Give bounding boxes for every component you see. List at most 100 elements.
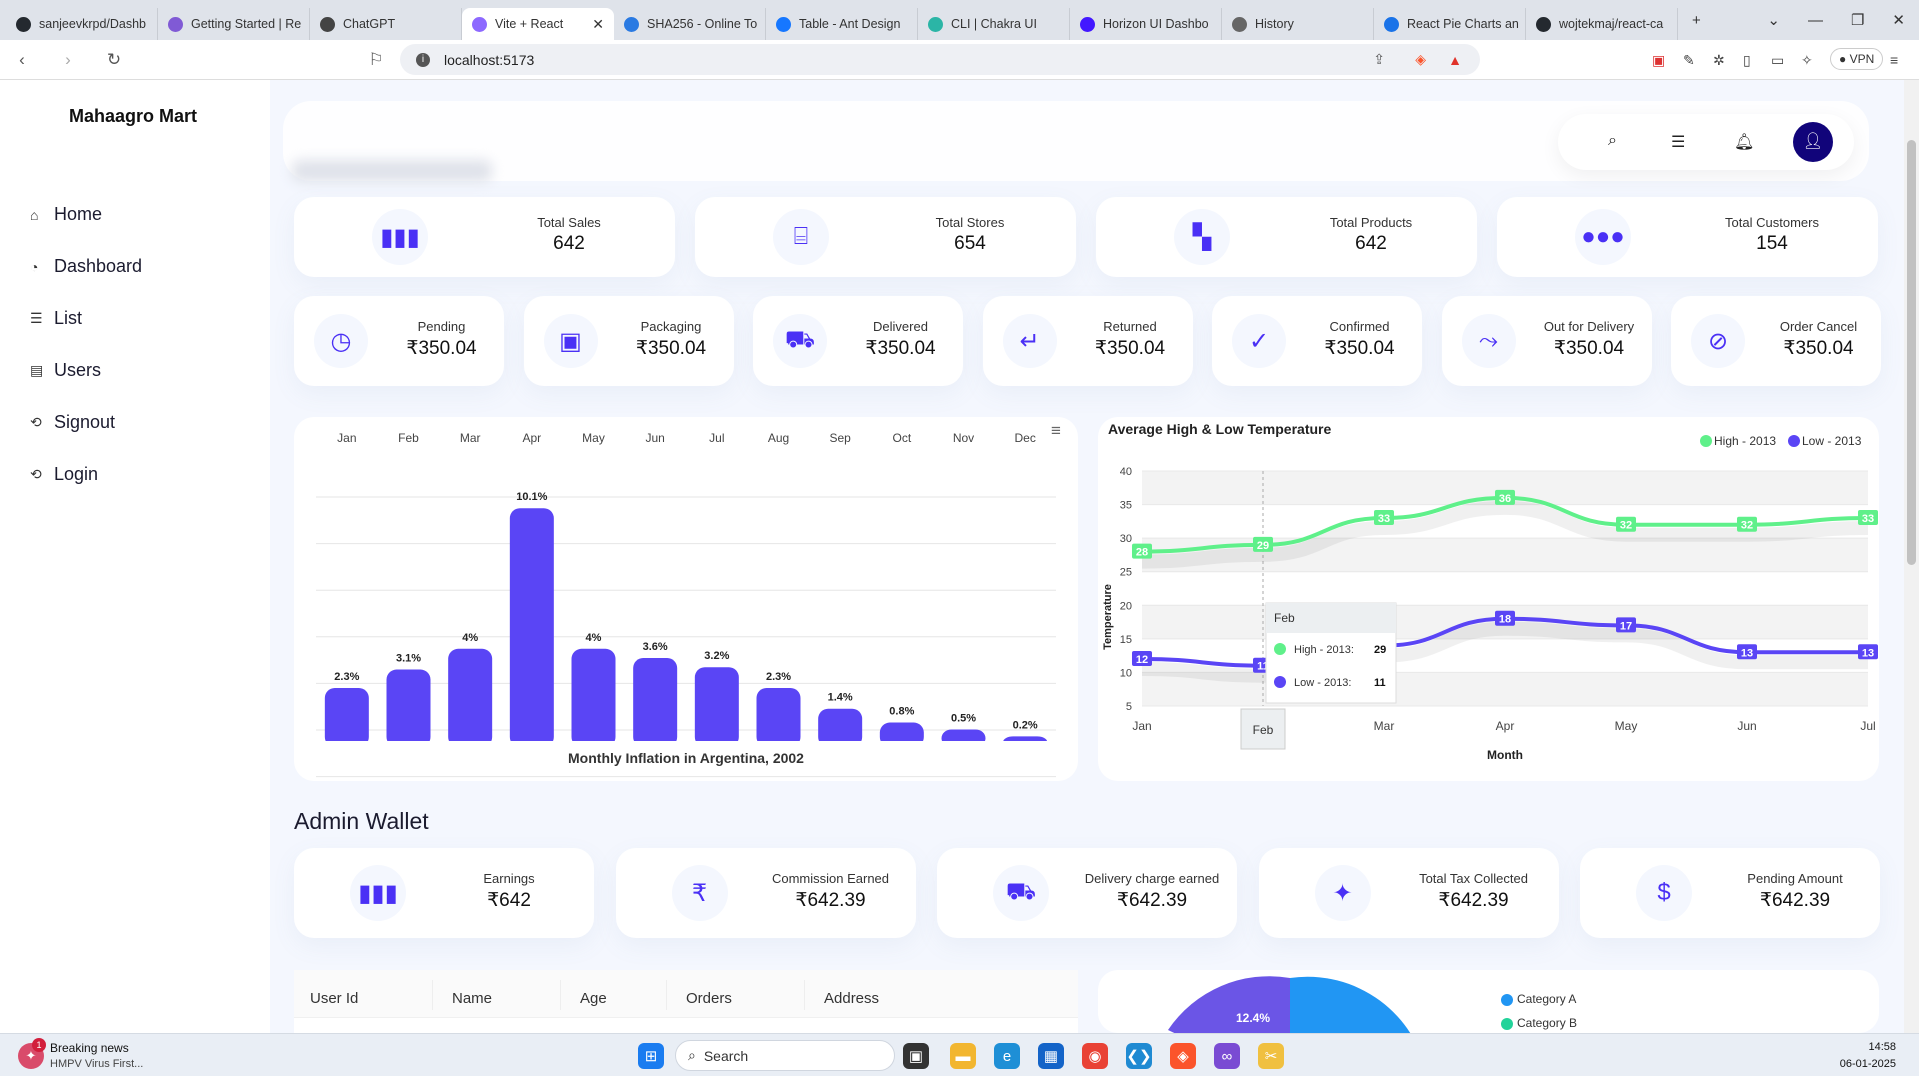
stat-value: ₹642.39 xyxy=(795,890,866,911)
tab-title: sanjeevkrpd/Dashb xyxy=(39,17,147,31)
tab-close-icon[interactable]: ✕ xyxy=(592,16,604,33)
new-tab-icon[interactable]: + xyxy=(1678,12,1715,29)
close-window-icon[interactable]: ✕ xyxy=(1878,11,1919,29)
tab-search-chevron-icon[interactable]: ⌄ xyxy=(1753,11,1794,29)
inflation-bar-chart: Jan 2.3% Feb 3.1% Mar 4% Apr 10.1% May 4% Jun 3.6% J… xyxy=(294,431,1078,778)
wallet-icon[interactable]: ▭ xyxy=(1771,52,1784,69)
table-header-user-id[interactable]: User Id xyxy=(310,990,358,1007)
avatar[interactable]: 👤︎ xyxy=(1793,122,1833,162)
bar-may[interactable] xyxy=(571,648,616,747)
sidebar-item-signout[interactable]: ⟲ Signout xyxy=(30,412,115,433)
browser-tab[interactable]: CLI | Chakra UI xyxy=(918,8,1070,40)
sidebar-item-label: List xyxy=(54,308,83,328)
pie-slice-a xyxy=(1290,976,1411,1033)
browser-tab[interactable]: Getting Started | Re xyxy=(158,8,310,40)
stat-label: Confirmed xyxy=(1329,319,1390,334)
taskbar-search[interactable]: ⌕ Search xyxy=(675,1040,895,1071)
brave-shield-icon[interactable]: ◈ xyxy=(1415,51,1426,68)
browser-tab[interactable]: History xyxy=(1222,8,1374,40)
reload-icon[interactable]: ↻ xyxy=(100,50,128,70)
browser-tab[interactable]: sanjeevkrpd/Dashb xyxy=(6,8,158,40)
url-text: localhost:5173 xyxy=(444,51,535,68)
browser-tab[interactable]: ChatGPT xyxy=(310,8,462,40)
stat-label: Delivery charge earned xyxy=(1084,871,1220,886)
search-icon[interactable]: ⌕ xyxy=(1608,132,1617,150)
sidebar-item-list[interactable]: ☰ List xyxy=(30,308,82,329)
snipping-tool-icon[interactable]: ✂ xyxy=(1258,1043,1284,1069)
chrome-icon[interactable]: ◉ xyxy=(1082,1043,1108,1069)
bar-apr[interactable] xyxy=(509,508,554,747)
browser-tab-bar: sanjeevkrpd/Dashb Getting Started | Re Cha… xyxy=(0,0,1919,40)
task-view-icon[interactable]: ▣ xyxy=(903,1043,929,1069)
menu-lines-icon[interactable]: ☰ xyxy=(1671,132,1685,152)
legend-label[interactable]: High - 2013 xyxy=(1714,434,1776,448)
check-circle-icon: ✓ xyxy=(1232,314,1286,368)
back-icon[interactable]: ‹ xyxy=(8,50,36,70)
sidebar-toggle-icon[interactable]: ▯ xyxy=(1743,52,1751,69)
extension-icon[interactable]: ▣ xyxy=(1652,52,1665,69)
y-axis-label: Temperature xyxy=(1102,584,1114,650)
page-scrollbar[interactable] xyxy=(1904,80,1919,1033)
browser-tab[interactable]: Horizon UI Dashbo xyxy=(1070,8,1222,40)
sidebar-item-users[interactable]: ▤ Users xyxy=(30,360,101,381)
scrollbar-thumb[interactable] xyxy=(1907,140,1916,565)
windows-taskbar: ✦ 1 Breaking news HMPV Virus First... ⊞ … xyxy=(0,1033,1919,1076)
delivery-van-icon: ⛟ xyxy=(993,865,1049,921)
news-title[interactable]: Breaking news xyxy=(50,1041,129,1055)
browser-tab[interactable]: Table - Ant Design xyxy=(766,8,918,40)
bar-aug[interactable] xyxy=(756,687,801,747)
bar-jun[interactable] xyxy=(633,658,678,747)
browser-tab[interactable]: React Pie Charts an xyxy=(1374,8,1526,40)
table-header-name[interactable]: Name xyxy=(452,990,492,1007)
puzzle-icon[interactable]: ✲ xyxy=(1713,52,1725,69)
bar-jul[interactable] xyxy=(694,667,739,747)
minimize-icon[interactable]: — xyxy=(1794,12,1837,29)
bar-jan[interactable] xyxy=(324,687,369,747)
site-info-icon[interactable]: i xyxy=(416,52,430,67)
sidebar-item-dashboard[interactable]: ◔ Dashboard xyxy=(30,256,142,277)
sidebar-item-home[interactable]: ⌂ Home xyxy=(30,204,102,225)
vscode-icon[interactable]: ❮❯ xyxy=(1126,1043,1152,1069)
maximize-icon[interactable]: ❐ xyxy=(1837,11,1878,29)
browser-tab[interactable]: wojtekmaj/react-ca xyxy=(1526,8,1678,40)
browser-tab[interactable]: Vite + React ✕ xyxy=(462,8,614,40)
stat-card: $ Pending Amount ₹642.39 xyxy=(1580,848,1880,938)
table-header-orders[interactable]: Orders xyxy=(686,990,732,1007)
bell-icon[interactable]: 🔔︎ xyxy=(1734,132,1754,152)
category-pie-chart: 12.4% xyxy=(1168,976,1411,1033)
store-app-icon[interactable]: ▦ xyxy=(1038,1043,1064,1069)
table-header-address[interactable]: Address xyxy=(824,990,879,1007)
leo-icon[interactable]: ✧ xyxy=(1801,52,1813,69)
brave-icon[interactable]: ◈ xyxy=(1170,1043,1196,1069)
table-header-age[interactable]: Age xyxy=(580,990,607,1007)
brave-rewards-icon[interactable]: ▲ xyxy=(1448,52,1462,68)
stat-value: 642 xyxy=(553,233,585,254)
visual-studio-icon[interactable]: ∞ xyxy=(1214,1043,1240,1069)
tab-favicon-icon xyxy=(776,16,791,32)
file-explorer-icon[interactable]: ▬ xyxy=(950,1043,976,1069)
url-field[interactable]: i localhost:5173 ⇪ ◈ ▲ xyxy=(400,44,1480,75)
news-subtitle[interactable]: HMPV Virus First... xyxy=(50,1058,143,1070)
tab-favicon-icon xyxy=(16,16,31,32)
browser-tab[interactable]: SHA256 - Online To xyxy=(614,8,766,40)
sidebar: Mahaagro Mart ⌂ Home ◔ Dashboard ☰ List ▤ Users… xyxy=(0,80,270,1033)
clock-time[interactable]: 14:58 xyxy=(1826,1041,1896,1053)
edge-icon[interactable]: e xyxy=(994,1043,1020,1069)
temperature-chart-panel: Average High & Low Temperature High - 201… xyxy=(1098,417,1879,781)
forward-icon[interactable]: › xyxy=(54,50,82,70)
browser-menu-icon[interactable]: ≡ xyxy=(1890,52,1898,68)
bookmark-icon[interactable]: ⚐ xyxy=(362,50,390,70)
vpn-button[interactable]: ● VPN xyxy=(1830,48,1884,70)
pen-icon[interactable]: ✎ xyxy=(1683,52,1695,69)
legend-label[interactable]: Low - 2013 xyxy=(1802,434,1862,448)
sidebar-item-login[interactable]: ⟲ Login xyxy=(30,464,98,485)
bar-mar[interactable] xyxy=(448,648,493,747)
x-tick-label: Jan xyxy=(1132,719,1151,733)
admin-wallet-title: Admin Wallet xyxy=(294,808,429,834)
share-icon[interactable]: ⇪ xyxy=(1373,51,1385,68)
tooltip-row-label: Low - 2013: xyxy=(1294,677,1351,689)
bar-value-label: 4% xyxy=(462,632,478,644)
clock-date[interactable]: 06-01-2025 xyxy=(1826,1058,1896,1070)
bar-feb[interactable] xyxy=(386,669,431,747)
start-icon[interactable]: ⊞ xyxy=(638,1043,664,1069)
